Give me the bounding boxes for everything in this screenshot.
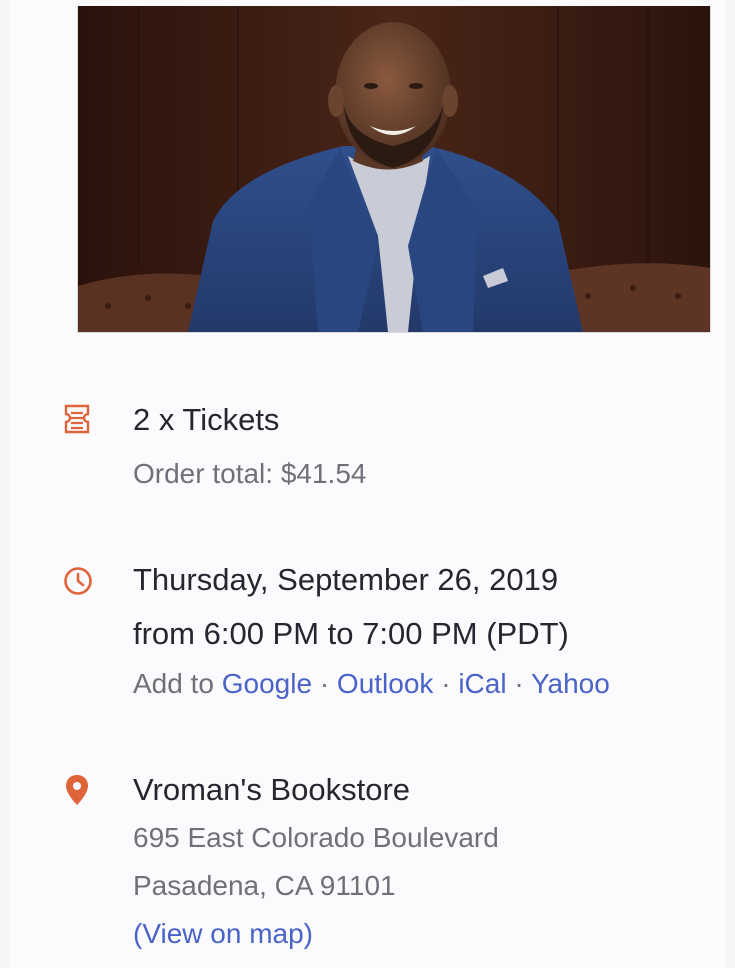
separator: ·: [514, 668, 524, 699]
venue-city: Pasadena, CA 91101: [133, 870, 396, 901]
venue-name: Vroman's Bookstore: [133, 772, 411, 807]
view-on-map-link[interactable]: (View on map): [133, 916, 313, 952]
event-time: from 6:00 PM to 7:00 PM (PDT): [133, 616, 569, 651]
event-date: Thursday, September 26, 2019: [133, 562, 559, 597]
add-to-calendar: Add to Google · Outlook · iCal · Yahoo: [133, 666, 610, 702]
clock-icon: [63, 566, 92, 595]
event-photo: [77, 6, 711, 333]
map-pin-icon: [63, 774, 91, 805]
add-to-google-link[interactable]: Google: [222, 668, 312, 699]
separator: ·: [441, 668, 451, 699]
venue-street: 695 East Colorado Boulevard: [133, 822, 499, 853]
ticket-count: 2 x Tickets: [133, 402, 280, 437]
separator: ·: [319, 668, 330, 699]
add-to-label: Add to: [133, 668, 214, 699]
event-card: 2 x Tickets Order total: $41.54 Thursday…: [10, 0, 725, 968]
add-to-outlook-link[interactable]: Outlook: [337, 668, 434, 699]
add-to-ical-link[interactable]: iCal: [458, 668, 506, 699]
speaker-portrait: [78, 6, 710, 332]
ticket-icon: [63, 404, 91, 434]
order-total: Order total: $41.54: [133, 458, 367, 489]
add-to-yahoo-link[interactable]: Yahoo: [531, 668, 610, 699]
